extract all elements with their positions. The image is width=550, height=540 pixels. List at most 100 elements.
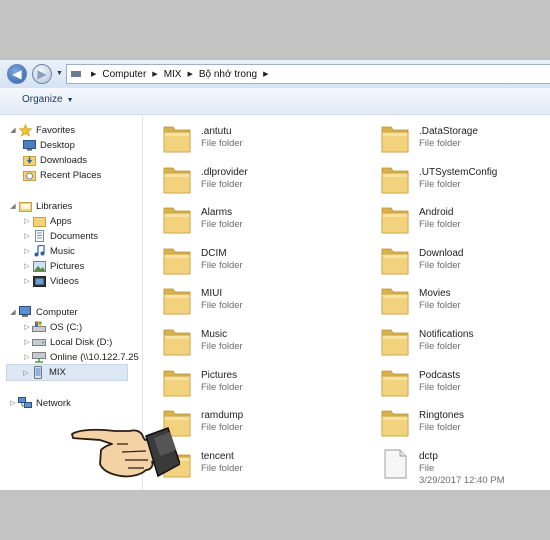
file-item[interactable]: DCIM File folder — [161, 241, 361, 279]
folder-icon — [161, 123, 193, 155]
nav-item-music[interactable]: ▷ Music — [22, 244, 75, 258]
command-bar: Organize ▼ — [0, 88, 550, 115]
expand-arrow-icon[interactable]: ▷ — [22, 338, 32, 346]
folder-icon — [379, 285, 411, 317]
nav-libraries[interactable]: ◢ Libraries — [8, 199, 72, 213]
expand-arrow-icon[interactable]: ▷ — [22, 353, 32, 361]
file-type: File folder — [201, 422, 243, 434]
file-type: File folder — [419, 259, 461, 271]
folder-icon — [379, 326, 411, 358]
nav-network[interactable]: ▷ Network — [8, 396, 71, 410]
videos-icon — [32, 275, 46, 287]
file-item[interactable]: Music File folder — [161, 322, 361, 360]
file-item[interactable]: Podcasts File folder — [379, 363, 550, 401]
file-item[interactable]: tencent File folder — [161, 444, 361, 482]
expand-arrow-icon[interactable]: ▷ — [22, 247, 32, 255]
file-item[interactable]: .dlprovider File folder — [161, 160, 361, 198]
file-item[interactable]: Ringtones File folder — [379, 403, 550, 441]
nav-item-recent-places[interactable]: Recent Places — [22, 168, 101, 182]
breadcrumb[interactable]: ▶ Computer ▶ MIX ▶ Bộ nhớ trong ▶ — [66, 64, 550, 84]
file-item[interactable]: Alarms File folder — [161, 200, 361, 238]
recent-places-icon — [22, 169, 36, 181]
file-type: File folder — [419, 178, 461, 190]
file-type: File folder — [201, 259, 243, 271]
folder-icon — [379, 245, 411, 277]
nav-item-online-network-drive[interactable]: ▷ Online (\\10.122.7.25 — [22, 350, 139, 364]
file-name: Movies — [419, 288, 451, 300]
file-name: .UTSystemConfig — [419, 166, 498, 178]
breadcrumb-computer[interactable]: Computer — [102, 69, 146, 80]
file-item[interactable]: Pictures File folder — [161, 363, 361, 401]
file-name: Pictures — [201, 369, 238, 381]
nav-item-os-c[interactable]: ▷ OS (C:) — [22, 320, 82, 334]
chevron-right-icon[interactable]: ▶ — [187, 70, 192, 78]
arrow-left-icon: ◀ — [12, 67, 22, 81]
file-item[interactable]: ramdump File folder — [161, 403, 361, 441]
expand-arrow-icon[interactable]: ▷ — [22, 262, 32, 270]
file-type: File folder — [201, 178, 243, 190]
file-item[interactable]: Download File folder — [379, 241, 550, 279]
file-name: .DataStorage — [419, 126, 478, 137]
expand-arrow-icon[interactable]: ▷ — [22, 277, 32, 285]
libraries-icon — [18, 200, 32, 212]
nav-item-videos[interactable]: ▷ Videos — [22, 274, 79, 288]
file-item[interactable]: MIUI File folder — [161, 281, 361, 319]
back-button[interactable]: ◀ — [7, 64, 27, 84]
nav-item-downloads[interactable]: Downloads — [22, 153, 87, 167]
file-date: 3/29/2017 12:40 PM — [419, 474, 505, 486]
breadcrumb-mix[interactable]: MIX — [164, 69, 182, 80]
file-name: dctp — [419, 450, 438, 462]
file-item[interactable]: dctp File 3/29/2017 12:40 PM — [379, 444, 550, 486]
expand-arrow-icon[interactable]: ▷ — [8, 399, 18, 407]
folder-icon — [379, 407, 411, 439]
windows-drive-icon — [32, 321, 46, 333]
file-type: File — [419, 462, 435, 474]
folder-icon — [161, 285, 193, 317]
file-item[interactable]: did — [161, 484, 361, 490]
nav-item-desktop[interactable]: Desktop — [22, 138, 75, 152]
folder-icon — [379, 123, 411, 155]
expand-arrow-icon[interactable]: ▷ — [22, 217, 32, 225]
nav-item-mix[interactable]: ▷ MIX — [6, 364, 128, 381]
nav-item-documents[interactable]: ▷ Documents — [22, 229, 98, 243]
music-note-icon — [32, 245, 46, 257]
file-type: File folder — [201, 219, 243, 231]
expand-arrow-icon[interactable]: ▷ — [21, 369, 31, 377]
chevron-right-icon[interactable]: ▶ — [91, 70, 96, 78]
chevron-right-icon[interactable]: ▶ — [152, 70, 157, 78]
star-icon — [18, 123, 32, 137]
file-item[interactable]: .UTSystemConfig File folder — [379, 160, 550, 198]
pointing-hand-cursor — [71, 427, 180, 478]
collapse-arrow-icon[interactable]: ◢ — [8, 126, 18, 134]
folder-icon — [161, 164, 193, 196]
nav-item-local-disk-d[interactable]: ▷ Local Disk (D:) — [22, 335, 112, 349]
collapse-arrow-icon[interactable]: ◢ — [8, 202, 18, 210]
file-item[interactable]: Notifications File folder — [379, 322, 550, 360]
file-item[interactable]: .antutu File folder — [161, 119, 361, 157]
file-name: .antutu — [201, 126, 232, 137]
file-item[interactable]: Movies File folder — [379, 281, 550, 319]
recent-pages-dropdown[interactable]: ▼ — [56, 70, 63, 77]
nav-item-apps[interactable]: ▷ Apps — [22, 214, 72, 228]
forward-button[interactable]: ▶ — [32, 64, 52, 84]
folder-icon — [379, 204, 411, 236]
file-name: tencent — [201, 450, 234, 462]
address-bar: ◀ ▶ ▼ ▶ Computer ▶ MIX ▶ Bộ nhớ trong ▶ — [0, 60, 550, 89]
folder-icon — [161, 367, 193, 399]
expand-arrow-icon[interactable]: ▷ — [22, 232, 32, 240]
nav-computer[interactable]: ◢ Computer — [8, 305, 78, 319]
file-item[interactable]: Android File folder — [379, 200, 550, 238]
nav-favorites[interactable]: ◢ Favorites — [8, 123, 75, 137]
file-name: Podcasts — [419, 369, 461, 381]
file-name: MIUI — [201, 288, 223, 300]
nav-item-pictures[interactable]: ▷ Pictures — [22, 259, 84, 273]
breadcrumb-internal-storage[interactable]: Bộ nhớ trong — [199, 69, 257, 80]
expand-arrow-icon[interactable]: ▷ — [22, 323, 32, 331]
file-name: .dlprovider — [201, 166, 248, 178]
file-item[interactable]: .DataStorage File folder — [379, 119, 550, 157]
file-type: File folder — [419, 219, 461, 231]
chevron-right-icon[interactable]: ▶ — [263, 70, 268, 78]
collapse-arrow-icon[interactable]: ◢ — [8, 308, 18, 316]
organize-button[interactable]: Organize ▼ — [22, 94, 74, 105]
file-type: File folder — [201, 462, 243, 474]
